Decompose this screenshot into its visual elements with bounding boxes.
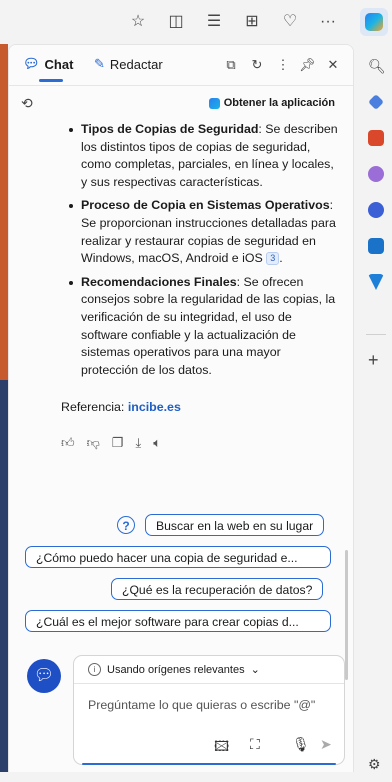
chat-bubble-icon: 💬︎ bbox=[23, 56, 40, 71]
response-actions: 👍︎ 👎︎ ❐ ⤓ 🔈︎ bbox=[61, 435, 161, 451]
history-icon[interactable]: ⟲ bbox=[21, 95, 33, 112]
search-icon[interactable]: 🔍︎ bbox=[368, 58, 386, 74]
panel-header: 💬︎ Chat ✎ Redactar ⧉ ↻ ⋮ 📌︎ ✕ bbox=[9, 45, 353, 86]
copilot-logo-icon bbox=[365, 13, 383, 31]
suggestion-chip-1[interactable]: ¿Cómo puedo hacer una copia de seguridad… bbox=[25, 546, 331, 568]
people-icon[interactable] bbox=[368, 166, 384, 182]
compose-icon: ✎ bbox=[94, 56, 105, 71]
pin-icon[interactable]: 📌︎ bbox=[299, 56, 316, 74]
thumbs-up-icon[interactable]: 👍︎ bbox=[61, 435, 75, 451]
suggestion-chip-3[interactable]: ¿Cuál es el mejor software para crear co… bbox=[25, 610, 331, 632]
edge-sidebar: 🔍︎ + ⚙ bbox=[360, 44, 392, 782]
outlook-icon[interactable] bbox=[368, 238, 384, 254]
bottom-edge bbox=[0, 772, 360, 782]
tab-chat-label: Chat bbox=[44, 56, 74, 72]
reference-link[interactable]: incibe.es bbox=[128, 400, 181, 414]
chat-input-placeholder[interactable]: Pregúntame lo que quieras o escribe "@" bbox=[88, 698, 315, 712]
briefcase-icon[interactable] bbox=[368, 130, 384, 146]
copilot-app-icon[interactable] bbox=[368, 202, 384, 218]
collections-icon[interactable]: ⊞ bbox=[242, 12, 262, 32]
chevron-down-icon: ⌄ bbox=[250, 664, 260, 676]
sidebar-divider bbox=[366, 334, 386, 335]
tab-redactar-label: Redactar bbox=[109, 56, 163, 72]
new-chat-button[interactable]: 💬︎ bbox=[27, 659, 61, 693]
panel-toolbar: ⟲ Obtener la aplicación bbox=[9, 91, 353, 121]
tag-icon[interactable] bbox=[368, 94, 384, 110]
add-image-icon[interactable]: 🖾 bbox=[214, 736, 229, 760]
reference-line: Referencia: incibe.es bbox=[61, 400, 181, 414]
get-app-button[interactable]: Obtener la aplicación bbox=[208, 97, 335, 109]
send-arrow-icon[interactable]: ➤ bbox=[320, 736, 332, 753]
response-bullet-list: Tipos de Copias de Seguridad: Se describ… bbox=[9, 121, 353, 379]
list-item: Tipos de Copias de Seguridad: Se describ… bbox=[69, 121, 339, 191]
add-icon[interactable]: + bbox=[368, 350, 384, 370]
browser-toolbar: ☆ ◫ ☰ ⊞ ♡ ··· bbox=[0, 0, 392, 44]
performance-icon[interactable]: ♡ bbox=[280, 12, 300, 32]
citation-badge[interactable]: 3 bbox=[266, 252, 280, 266]
suggestion-chip-2[interactable]: ¿Qué es la recuperación de datos? bbox=[111, 578, 324, 600]
open-in-new-icon[interactable]: ⧉ bbox=[223, 56, 239, 74]
screenshot-icon[interactable]: ⛶ bbox=[250, 736, 260, 753]
reference-label: Referencia: bbox=[61, 400, 128, 414]
page-edge-lower bbox=[0, 380, 8, 780]
bullet-title: Proceso de Copia en Sistemas Operativos bbox=[81, 198, 330, 213]
bullet-text-end: . bbox=[279, 251, 283, 266]
list-item: Recomendaciones Finales: Se ofrecen cons… bbox=[69, 274, 339, 380]
more-menu-icon[interactable]: ⋮ bbox=[275, 56, 291, 74]
favorites-list-icon[interactable]: ☰ bbox=[204, 12, 224, 32]
list-item: Proceso de Copia en Sistemas Operativos:… bbox=[69, 197, 339, 267]
web-search-chip[interactable]: Buscar en la web en su lugar bbox=[145, 514, 325, 536]
favorite-star-icon[interactable]: ☆ bbox=[128, 12, 148, 32]
bullet-title: Tipos de Copias de Seguridad bbox=[81, 122, 259, 136]
more-options-icon[interactable]: ··· bbox=[318, 12, 338, 32]
copilot-panel: 💬︎ Chat ✎ Redactar ⧉ ↻ ⋮ 📌︎ ✕ ⟲ Obtener … bbox=[8, 44, 354, 774]
microphone-icon[interactable]: 🎙︎ bbox=[292, 736, 310, 753]
read-aloud-icon[interactable]: 🔈︎ bbox=[153, 435, 161, 451]
sources-selector[interactable]: i Usando orígenes relevantes ⌄ bbox=[74, 656, 344, 684]
thumbs-down-icon[interactable]: 👎︎ bbox=[87, 435, 100, 451]
refresh-icon[interactable]: ↻ bbox=[249, 56, 265, 74]
copilot-button[interactable] bbox=[360, 8, 388, 36]
question-icon: ? bbox=[117, 516, 135, 534]
scrollbar[interactable] bbox=[345, 550, 348, 680]
bullet-title: Recomendaciones Finales bbox=[81, 274, 237, 289]
chat-input-box[interactable]: i Usando orígenes relevantes ⌄ Pregúntam… bbox=[73, 655, 345, 765]
download-icon[interactable]: ⤓ bbox=[135, 435, 141, 451]
tab-redactar[interactable]: ✎ Redactar bbox=[94, 56, 163, 72]
close-icon[interactable]: ✕ bbox=[325, 56, 341, 74]
sources-label: Usando orígenes relevantes bbox=[107, 663, 245, 676]
bullet-text: : Se ofrecen consejos sobre la regularid… bbox=[81, 274, 336, 377]
split-screen-icon[interactable]: ◫ bbox=[166, 12, 186, 32]
tab-chat[interactable]: 💬︎ Chat bbox=[23, 56, 74, 82]
info-icon: i bbox=[88, 663, 101, 676]
settings-gear-icon[interactable]: ⚙ bbox=[368, 756, 384, 772]
get-app-label: Obtener la aplicación bbox=[223, 97, 335, 109]
chat-response: Tipos de Copias de Seguridad: Se describ… bbox=[9, 121, 353, 385]
send-icon[interactable] bbox=[368, 274, 384, 290]
copy-icon[interactable]: ❐ bbox=[112, 435, 124, 451]
copilot-app-small-icon bbox=[208, 97, 220, 109]
new-chat-icon: 💬︎ bbox=[33, 667, 55, 684]
